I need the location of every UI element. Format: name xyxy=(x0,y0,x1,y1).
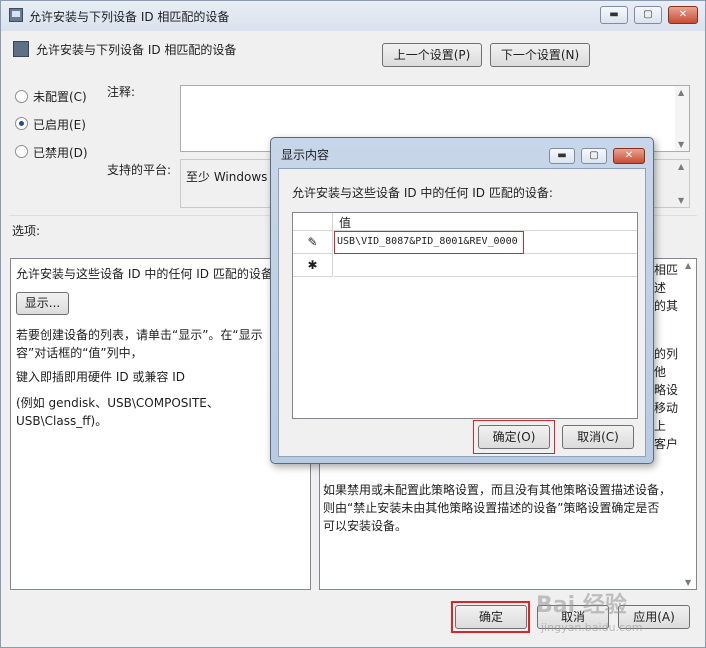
new-row-icon: ✱ xyxy=(307,258,318,272)
options-label: 选项: xyxy=(12,224,41,238)
help-scrollbar[interactable]: ▲ ▼ xyxy=(682,259,696,589)
radio-not-configured[interactable] xyxy=(15,90,28,103)
dialog-cancel-button[interactable]: 取消(C) xyxy=(562,425,634,449)
scroll-down-icon[interactable]: ▼ xyxy=(685,578,691,587)
scroll-down-icon[interactable]: ▼ xyxy=(678,140,684,149)
help-fragment: 客户 xyxy=(654,437,679,451)
options-help-line: 容”对话框的“值”列中， xyxy=(16,346,143,360)
radio-disabled[interactable] xyxy=(15,145,28,158)
show-button[interactable]: 显示... xyxy=(16,292,69,315)
policy-icon xyxy=(13,41,29,57)
radio-not-configured-label[interactable]: 未配置(C) xyxy=(33,88,87,105)
platform-value: 至少 Windows V xyxy=(186,170,280,184)
options-description: 允许安装与这些设备 ID 中的任何 ID 匹配的设备 xyxy=(16,267,273,281)
previous-setting-button[interactable]: 上一个设置(P) xyxy=(382,43,482,67)
window-title: 允许安装与下列设备 ID 相匹配的设备 xyxy=(29,10,230,24)
options-help-line: (例如 gendisk、USB\COMPOSITE、 xyxy=(16,396,219,410)
dialog-minimize-button[interactable]: ▬ xyxy=(549,148,575,164)
help-paragraph: 可以安装设备。 xyxy=(323,519,408,533)
row-edit-marker: ✎ xyxy=(293,231,333,254)
column-header-value[interactable]: 值 xyxy=(339,214,351,231)
radio-enabled[interactable] xyxy=(15,117,28,130)
watermark: Bai 经验 xyxy=(536,593,627,618)
platform-label: 支持的平台: xyxy=(107,163,172,177)
radio-disabled-label[interactable]: 已禁用(D) xyxy=(33,144,88,161)
help-fragment: 述 xyxy=(654,281,667,295)
title-bar[interactable]: 允许安装与下列设备 ID 相匹配的设备 ▬ ▢ ✕ xyxy=(1,1,705,31)
help-fragment: 他 xyxy=(654,365,667,379)
close-button[interactable]: ✕ xyxy=(668,6,698,24)
scroll-up-icon[interactable]: ▲ xyxy=(685,261,691,270)
dialog-prompt: 允许安装与这些设备 ID 中的任何 ID 匹配的设备: xyxy=(292,186,553,200)
minimize-button[interactable]: ▬ xyxy=(600,6,628,24)
comment-label: 注释: xyxy=(107,85,136,99)
dialog-maximize-button[interactable]: ▢ xyxy=(581,148,607,164)
values-grid[interactable]: 值 ✎ USB\VID_8087&PID_8001&REV_0000 ✱ xyxy=(292,212,638,419)
next-setting-button[interactable]: 下一个设置(N) xyxy=(490,43,590,67)
help-fragment: 相匹 xyxy=(654,263,679,277)
pencil-icon: ✎ xyxy=(307,235,318,249)
options-help-line: 键入即插即用硬件 ID 或兼容 ID xyxy=(16,370,186,384)
options-help-line: 若要创建设备的列表，请单击“显示”。在“显示 xyxy=(16,328,263,342)
scroll-down-icon[interactable]: ▼ xyxy=(678,196,684,205)
help-fragment: 移动 xyxy=(654,401,679,415)
grid-header: 值 xyxy=(293,213,637,231)
row-new-marker: ✱ xyxy=(293,254,333,277)
dialog-close-button[interactable]: ✕ xyxy=(613,148,645,164)
help-fragment: 上 xyxy=(654,419,667,433)
policy-icon xyxy=(9,8,23,22)
dialog-ok-highlight-box xyxy=(473,420,555,454)
radio-enabled-label[interactable]: 已启用(E) xyxy=(33,116,86,133)
help-paragraph: 则由“禁止安装未由其他策略设置描述的设备”策略设置确定是否 xyxy=(323,501,660,515)
dialog-title: 显示内容 xyxy=(281,148,330,162)
grid-corner xyxy=(293,213,333,230)
table-row[interactable] xyxy=(334,254,637,277)
help-fragment: 略设 xyxy=(654,383,679,397)
maximize-button[interactable]: ▢ xyxy=(634,6,662,24)
options-help-line: USB\Class_ff)。 xyxy=(16,414,108,428)
watermark-url: jingyan.baidu.com xyxy=(541,621,643,634)
platform-scrollbar[interactable]: ▲ ▼ xyxy=(675,160,689,207)
scroll-up-icon[interactable]: ▲ xyxy=(678,88,684,97)
help-fragment: 的其 xyxy=(654,299,679,313)
show-contents-dialog: 显示内容 ▬ ▢ ✕ 允许安装与这些设备 ID 中的任何 ID 匹配的设备: 值… xyxy=(270,137,654,464)
ok-highlight-box xyxy=(451,601,530,633)
comment-scrollbar[interactable]: ▲ ▼ xyxy=(675,86,689,151)
dialog-body: 允许安装与这些设备 ID 中的任何 ID 匹配的设备: 值 ✎ USB\VID_… xyxy=(278,168,646,457)
help-paragraph: 如果禁用或未配置此策略设置，而且没有其他策略设置描述设备， xyxy=(323,483,672,497)
help-fragment: 的列 xyxy=(654,347,679,361)
policy-heading: 允许安装与下列设备 ID 相匹配的设备 xyxy=(36,43,237,57)
options-pane: 允许安装与这些设备 ID 中的任何 ID 匹配的设备 显示... 若要创建设备的… xyxy=(10,258,311,590)
scroll-up-icon[interactable]: ▲ xyxy=(678,162,684,171)
value-highlight-box xyxy=(334,231,524,254)
